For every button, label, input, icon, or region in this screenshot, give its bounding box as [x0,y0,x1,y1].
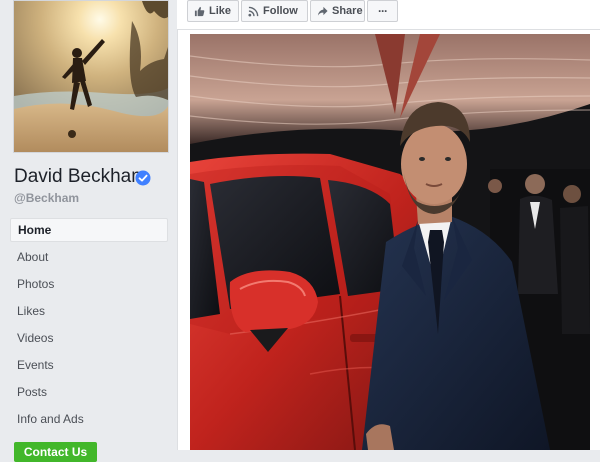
page-nav: Home About Photos Likes Videos Events Po… [10,218,168,433]
share-button[interactable]: Share [310,0,365,22]
nav-item-about[interactable]: About [10,244,168,270]
post-photo-image [190,34,590,450]
more-options-button[interactable]: ··· [367,0,398,22]
follow-label: Follow [263,5,298,17]
left-sidebar: David Beckham @Beckham Home About Photos… [0,0,176,462]
nav-item-home[interactable]: Home [10,218,168,242]
post-photo[interactable] [190,34,590,450]
thumbs-up-icon [194,6,205,16]
nav-item-photos[interactable]: Photos [10,271,168,297]
profile-name[interactable]: David Beckham [14,166,147,188]
profile-photo-image [14,1,168,152]
main-content [177,30,600,450]
nav-item-info-and-ads[interactable]: Info and Ads [10,406,168,432]
verified-badge-icon [135,170,151,186]
nav-item-posts[interactable]: Posts [10,379,168,405]
profile-handle[interactable]: @Beckham [14,191,79,205]
page-action-bar: Like Follow Share ··· [177,0,600,30]
profile-photo[interactable] [13,0,169,153]
share-label: Share [332,5,363,17]
post-card [177,30,600,450]
like-button[interactable]: Like [187,0,239,22]
like-label: Like [209,5,232,17]
rss-follow-icon [248,6,259,17]
nav-item-events[interactable]: Events [10,352,168,378]
nav-item-likes[interactable]: Likes [10,298,168,324]
contact-us-button[interactable]: Contact Us [14,442,97,462]
follow-button[interactable]: Follow [241,0,308,22]
more-dots-icon: ··· [378,4,388,18]
share-arrow-icon [317,6,328,16]
nav-item-videos[interactable]: Videos [10,325,168,351]
